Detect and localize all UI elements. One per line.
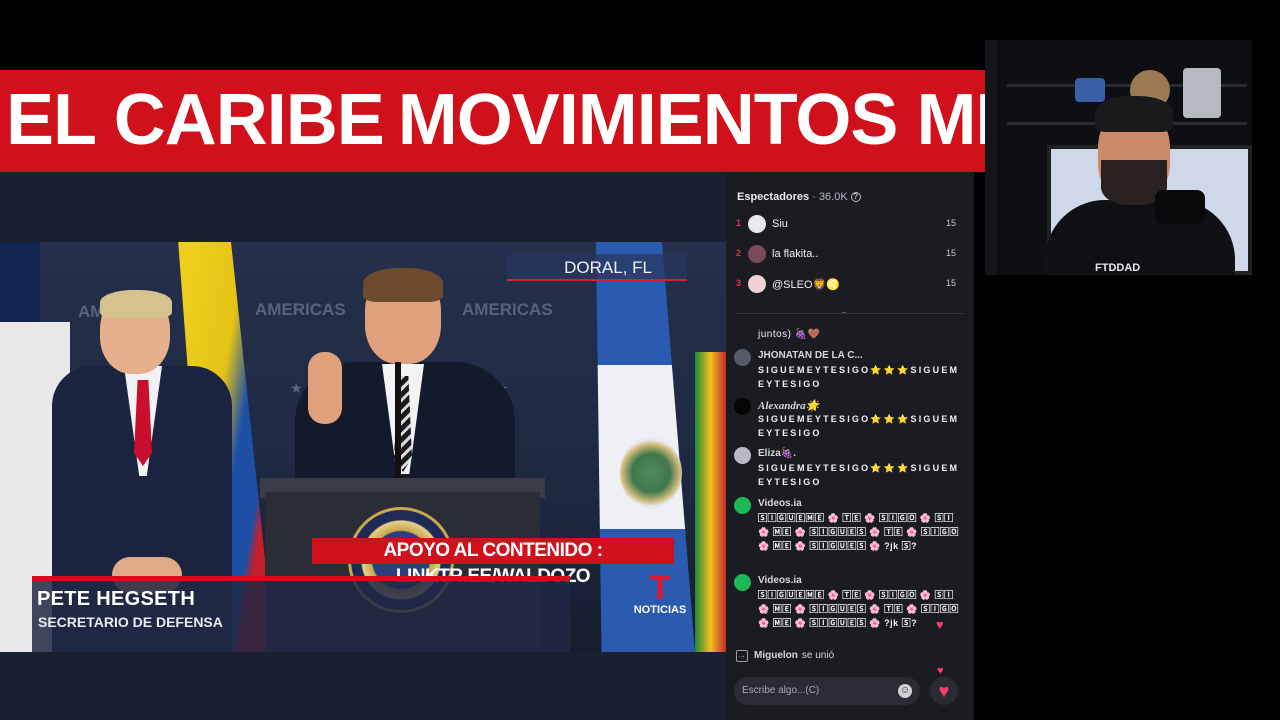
avatar	[748, 245, 766, 263]
chat-message: Videos.ia 🅂🄸🄶🅄🄴🄼🄴 🌸 🅃🄴 🌸 🅂🄸🄶🄾 🌸 🅂🄸 🌸 🄼🄴 …	[734, 497, 962, 567]
chat-panel: Espectadores · 36.0K ? 1 Siu 15 2 la fla…	[726, 172, 974, 720]
avatar	[748, 215, 766, 233]
divider	[736, 313, 964, 314]
viewer-rank: 3	[736, 278, 742, 288]
top-viewer-row[interactable]: 2 la flakita.. 15	[736, 245, 956, 265]
network-logo: T NOTICIAS	[630, 569, 690, 616]
message-user[interactable]: Videos.ia	[758, 575, 802, 586]
message-text: SIGUEMEYTESIGO⭐⭐⭐SIGUEMEYTESIGO	[758, 414, 960, 438]
heart-icon: ♥	[936, 617, 944, 632]
streamer-hair	[1095, 96, 1173, 132]
flag-emblem	[620, 437, 682, 509]
message-user[interactable]: JHONATAN DE LA C...	[758, 350, 863, 361]
headline-ticker: EL CARIBEMOVIMIENTOS MILITA	[0, 70, 985, 172]
message-text: SIGUEMEYTESIGO⭐⭐⭐SIGUEMEYTESIGO	[758, 463, 960, 487]
prop	[1183, 68, 1221, 118]
viewer-score: 15	[945, 278, 956, 288]
lower-third-title: SECRETARIO DE DEFENSA	[38, 614, 223, 630]
ticker-word-1: EL CARIBE	[6, 80, 385, 160]
avatar[interactable]	[734, 398, 751, 415]
viewers-label: Espectadores	[737, 191, 810, 203]
ticker-word-2: MOVIMIENTOS MILITA	[397, 80, 985, 160]
join-text: se unió	[801, 650, 835, 661]
chat-message: Videos.ia 🅂🄸🄶🅄🄴🄼🄴 🌸 🅃🄴 🌸 🅂🄸🄶🄾 🌸 🅂🄸 🌸 🄼🄴 …	[734, 574, 962, 644]
stream-area: AMERICAS AMERICAS AMERICAS ★ ★ D	[0, 172, 726, 720]
telemundo-logo-icon: T	[649, 569, 671, 607]
avatar[interactable]	[734, 349, 751, 366]
viewer-name: la flakita..	[772, 248, 819, 260]
shirt-text: FTDDAD	[1095, 262, 1141, 274]
flag-prop	[1075, 78, 1105, 102]
microphone	[395, 362, 401, 482]
support-banner: APOYO AL CONTENIDO : LINKTR.EE/WALDOZO	[312, 538, 674, 587]
chevron-down-icon[interactable]: ⌄	[840, 306, 848, 317]
message-text: juntos) 🍇🤎	[758, 329, 821, 340]
avatar[interactable]	[734, 497, 751, 514]
viewer-name: Siu	[772, 218, 788, 230]
avatar[interactable]	[734, 447, 751, 464]
message-text: 🅂🄸🄶🅄🄴🄼🄴 🌸 🅃🄴 🌸 🅂🄸🄶🄾 🌸 🅂🄸 🌸 🄼🄴 🌸 🅂🄸🄶🅄🄴🅂 🌸…	[758, 590, 959, 628]
join-notice: → Miguelon se unió	[736, 650, 834, 662]
heart-button[interactable]: ♥	[930, 677, 958, 705]
emoji-icon[interactable]: ☺	[898, 684, 912, 698]
message-user[interactable]: Videos.ia	[758, 498, 802, 509]
webcam-overlay: FTDDAD	[985, 40, 1252, 275]
viewer-rank: 1	[736, 218, 742, 228]
viewer-rank: 2	[736, 248, 742, 258]
message-text: 🅂🄸🄶🅄🄴🄼🄴 🌸 🅃🄴 🌸 🅂🄸🄶🄾 🌸 🅂🄸 🌸 🄼🄴 🌸 🅂🄸🄶🅄🄴🅂 🌸…	[758, 513, 959, 551]
chat-message: JHONATAN DE LA C... SIGUEMEYTESIGO⭐⭐⭐SIG…	[734, 349, 962, 393]
chat-message: Alexandra🌟 SIGUEMEYTESIGO⭐⭐⭐SIGUEMEYTESI…	[734, 398, 962, 442]
message-user[interactable]: Eliza🍇.	[758, 448, 796, 459]
viewer-count: · 36.0K	[812, 191, 848, 203]
flag-guyana	[695, 352, 726, 652]
streamer-microphone	[1155, 190, 1205, 224]
avatar	[748, 275, 766, 293]
ticker-text: EL CARIBEMOVIMIENTOS MILITA	[6, 82, 985, 158]
top-viewer-row[interactable]: 1 Siu 15	[736, 215, 956, 235]
avatar[interactable]	[734, 574, 751, 591]
viewer-name: @SLEO🦁♌	[772, 279, 840, 291]
viewer-score: 15	[945, 218, 956, 228]
heart-icon: ♥	[937, 665, 944, 677]
chat-message: Eliza🍇. SIGUEMEYTESIGO⭐⭐⭐SIGUEMEYTESIGO	[734, 447, 962, 491]
message-text: SIGUEMEYTESIGO⭐⭐⭐SIGUEMEYTESIGO	[758, 365, 960, 389]
network-label: NOTICIAS	[633, 604, 687, 616]
info-icon[interactable]: ?	[850, 192, 861, 203]
viewers-header[interactable]: Espectadores · 36.0K ?	[737, 191, 861, 203]
location-tag: DORAL, FL	[507, 254, 687, 281]
top-viewer-row[interactable]: 3 @SLEO🦁♌ 15	[736, 275, 956, 295]
lower-third-name: PETE HEGSETH	[37, 588, 196, 610]
join-icon: →	[736, 650, 748, 662]
message-user[interactable]: Alexandra🌟	[758, 399, 819, 412]
video-frame[interactable]: AMERICAS AMERICAS AMERICAS ★ ★ D	[0, 242, 726, 652]
chat-input[interactable]: Escribe algo...(C)	[734, 677, 920, 705]
join-user[interactable]: Miguelon	[754, 650, 798, 661]
viewer-score: 15	[945, 248, 956, 258]
